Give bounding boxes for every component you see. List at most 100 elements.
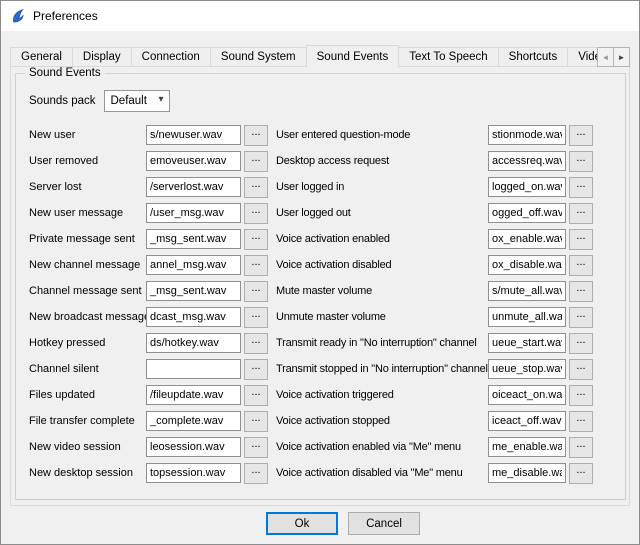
browse-button[interactable]: ...: [569, 463, 593, 484]
tab-sound-system[interactable]: Sound System: [210, 47, 307, 67]
sound-file-input[interactable]: [146, 151, 241, 171]
sound-event-label: Files updated: [29, 389, 146, 401]
sound-event-row: Files updated ...: [29, 385, 268, 405]
browse-button[interactable]: ...: [244, 255, 268, 276]
sound-event-label: User removed: [29, 155, 146, 167]
sound-event-label: Voice activation stopped: [276, 415, 488, 427]
browse-button[interactable]: ...: [244, 411, 268, 432]
tab-scroll-left-button[interactable]: ◄: [597, 47, 614, 67]
sound-event-row: User logged in ...: [276, 177, 593, 197]
ok-button[interactable]: Ok: [266, 512, 338, 535]
browse-button[interactable]: ...: [244, 385, 268, 406]
browse-button[interactable]: ...: [244, 359, 268, 380]
browse-button[interactable]: ...: [244, 333, 268, 354]
window-title: Preferences: [33, 9, 98, 23]
sound-event-row: Hotkey pressed ...: [29, 333, 268, 353]
browse-button[interactable]: ...: [244, 125, 268, 146]
sound-file-input[interactable]: [488, 125, 566, 145]
sound-event-label: New channel message: [29, 259, 146, 271]
browse-button[interactable]: ...: [244, 281, 268, 302]
sound-event-row: Private message sent ...: [29, 229, 268, 249]
tab-label: General: [21, 51, 62, 63]
sound-file-input[interactable]: [146, 333, 241, 353]
sound-event-label: File transfer complete: [29, 415, 146, 427]
sound-file-input[interactable]: [488, 203, 566, 223]
browse-button[interactable]: ...: [569, 333, 593, 354]
sound-file-input[interactable]: [146, 463, 241, 483]
sound-events-group: Sound Events Sounds pack Default ▾ New u…: [15, 73, 626, 500]
teamtalk-logo-icon: [10, 8, 26, 24]
tab-display[interactable]: Display: [72, 47, 132, 67]
browse-button[interactable]: ...: [569, 177, 593, 198]
browse-button[interactable]: ...: [569, 255, 593, 276]
sounds-pack-select[interactable]: Default ▾: [104, 90, 170, 112]
browse-button[interactable]: ...: [244, 463, 268, 484]
sounds-pack-label: Sounds pack: [29, 95, 96, 107]
tab-general[interactable]: General: [10, 47, 73, 67]
sound-event-row: New user ...: [29, 125, 268, 145]
browse-button[interactable]: ...: [569, 359, 593, 380]
browse-button[interactable]: ...: [569, 437, 593, 458]
sound-file-input[interactable]: [488, 307, 566, 327]
sound-file-input[interactable]: [146, 281, 241, 301]
sound-event-label: Channel silent: [29, 363, 146, 375]
sound-file-input[interactable]: [488, 333, 566, 353]
tab-text-to-speech[interactable]: Text To Speech: [398, 47, 498, 67]
tab-sound-events[interactable]: Sound Events: [306, 45, 400, 68]
sound-event-label: Unmute master volume: [276, 311, 488, 323]
sound-file-input[interactable]: [488, 359, 566, 379]
sound-file-input[interactable]: [146, 411, 241, 431]
sound-event-row: Voice activation enabled ...: [276, 229, 593, 249]
sound-file-input[interactable]: [146, 203, 241, 223]
browse-button[interactable]: ...: [244, 151, 268, 172]
sound-file-input[interactable]: [146, 177, 241, 197]
sound-event-label: Hotkey pressed: [29, 337, 146, 349]
tab-label: Text To Speech: [409, 51, 487, 63]
browse-button[interactable]: ...: [569, 203, 593, 224]
sound-file-input[interactable]: [146, 255, 241, 275]
sound-file-input[interactable]: [488, 177, 566, 197]
sound-event-row: User removed ...: [29, 151, 268, 171]
titlebar[interactable]: Preferences: [1, 1, 639, 31]
browse-button[interactable]: ...: [569, 385, 593, 406]
sound-event-row: Channel message sent ...: [29, 281, 268, 301]
sound-event-label: Mute master volume: [276, 285, 488, 297]
sound-event-label: Transmit ready in "No interruption" chan…: [276, 337, 488, 349]
browse-button[interactable]: ...: [569, 229, 593, 250]
tab-connection[interactable]: Connection: [131, 47, 211, 67]
sound-file-input[interactable]: [488, 411, 566, 431]
browse-button[interactable]: ...: [569, 307, 593, 328]
sound-file-input[interactable]: [146, 229, 241, 249]
sound-file-input[interactable]: [146, 359, 241, 379]
browse-button[interactable]: ...: [244, 307, 268, 328]
browse-button[interactable]: ...: [244, 229, 268, 250]
sound-file-input[interactable]: [488, 229, 566, 249]
browse-button[interactable]: ...: [244, 203, 268, 224]
sound-event-label: New user message: [29, 207, 146, 219]
sound-file-input[interactable]: [146, 385, 241, 405]
browse-button[interactable]: ...: [244, 437, 268, 458]
sound-file-input[interactable]: [146, 437, 241, 457]
sound-event-row: New desktop session ...: [29, 463, 268, 483]
browse-button[interactable]: ...: [569, 125, 593, 146]
browse-button[interactable]: ...: [569, 151, 593, 172]
tab-label: Display: [83, 51, 121, 63]
tab-scroll-right-button[interactable]: ►: [613, 47, 630, 67]
tab-label: Shortcuts: [509, 51, 558, 63]
sound-file-input[interactable]: [488, 281, 566, 301]
cancel-button[interactable]: Cancel: [348, 512, 420, 535]
sound-file-input[interactable]: [488, 151, 566, 171]
sound-file-input[interactable]: [146, 307, 241, 327]
tab-shortcuts[interactable]: Shortcuts: [498, 47, 569, 67]
sound-file-input[interactable]: [488, 437, 566, 457]
sound-event-row: Server lost ...: [29, 177, 268, 197]
sound-file-input[interactable]: [488, 255, 566, 275]
sound-event-row: Voice activation disabled ...: [276, 255, 593, 275]
browse-button[interactable]: ...: [244, 177, 268, 198]
browse-button[interactable]: ...: [569, 411, 593, 432]
sound-file-input[interactable]: [146, 125, 241, 145]
browse-button[interactable]: ...: [569, 281, 593, 302]
sound-file-input[interactable]: [488, 385, 566, 405]
sound-file-input[interactable]: [488, 463, 566, 483]
sound-event-label: New user: [29, 129, 146, 141]
